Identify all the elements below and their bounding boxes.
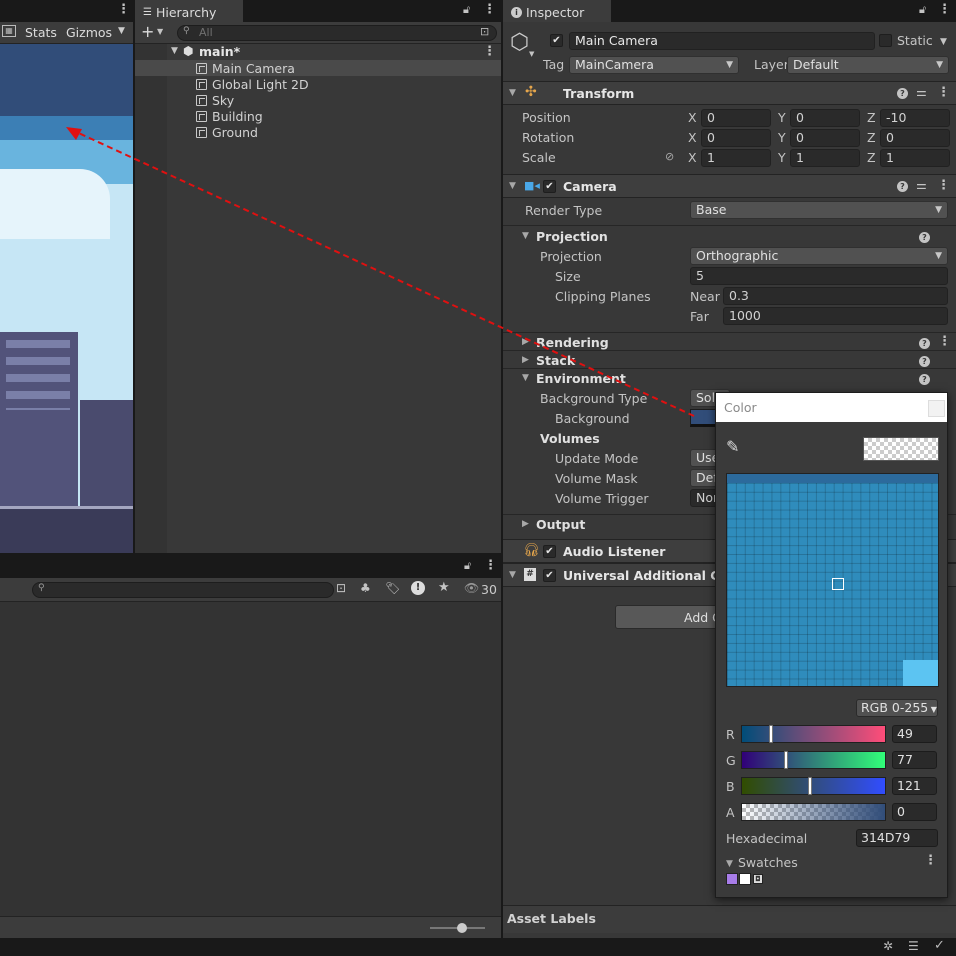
annotation-arrow	[66, 127, 695, 417]
bug-icon[interactable]: ✲	[883, 939, 893, 953]
layers-icon[interactable]: ☰	[908, 939, 919, 953]
status-bar: ✲ ☰ ✓	[0, 938, 956, 956]
annotation-arrow-head	[66, 127, 82, 140]
check-circle-icon[interactable]: ✓	[934, 938, 945, 953]
annotation-arrow-line	[71, 129, 695, 417]
